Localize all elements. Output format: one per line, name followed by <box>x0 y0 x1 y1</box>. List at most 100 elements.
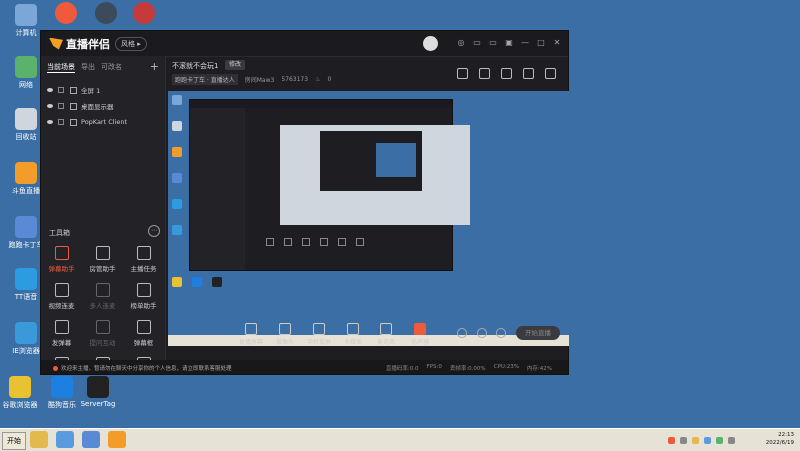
settings-icon[interactable] <box>496 328 506 338</box>
scene-item[interactable]: 桌面显示器 <box>41 98 165 114</box>
tool-item[interactable]: 提问互动 <box>82 318 123 348</box>
tray-icon[interactable] <box>692 436 699 444</box>
room-id-number: 5763173 <box>281 76 309 83</box>
speaker-button[interactable]: 扬声器 <box>401 323 439 346</box>
tt-icon[interactable] <box>86 2 126 26</box>
kart-task-icon[interactable] <box>82 431 100 448</box>
desktop-icon-chrome[interactable]: 谷歌浏览器 <box>0 376 40 410</box>
tool-item[interactable]: 多人连麦 <box>82 281 123 311</box>
mode-chip[interactable]: 风格 ▸ <box>115 37 147 51</box>
clock-date: 2022/6/19 <box>765 440 794 446</box>
tool-item[interactable]: 视频连麦 <box>41 281 82 311</box>
eye-icon[interactable] <box>47 88 53 92</box>
camera-toggle-icon[interactable] <box>457 328 467 338</box>
status-stat: 直播码率:0.0 <box>385 366 419 372</box>
live-companion-window: 直播伴侣 风格 ▸ ◎ ▭ ▭ ▣ — □ ✕ 当前场景 导出 可改名 + 全屏 1 桌面显示器 P… <box>40 30 569 375</box>
tool-item[interactable]: 主播任务 <box>123 244 164 274</box>
status-stat: 丢帧率:0.00% <box>449 366 486 372</box>
tool-item[interactable]: 弹幕框 <box>123 318 164 348</box>
browser-icon[interactable] <box>56 431 74 448</box>
box-icon[interactable] <box>501 68 512 79</box>
qq-icon[interactable] <box>46 2 86 26</box>
clock-icon[interactable] <box>477 328 487 338</box>
tool-label: 多人连麦 <box>89 302 116 310</box>
preview-desktop-icon <box>172 277 182 287</box>
clock[interactable]: 22:13 2022/6/19 <box>766 431 794 447</box>
preview-desktop-icon <box>172 225 182 235</box>
tab-scene-2[interactable]: 可改名 <box>101 62 122 73</box>
status-stat: 内存:42% <box>526 366 552 372</box>
start-live-button[interactable]: 开始直播 <box>516 326 560 340</box>
tab-scene-1[interactable]: 导出 <box>81 62 95 73</box>
minimize-button[interactable]: — <box>520 38 530 48</box>
tool-icon <box>54 283 69 297</box>
source-icon <box>70 102 77 110</box>
tool-item[interactable]: 发弹幕 <box>41 318 82 348</box>
start-button[interactable]: 开始 <box>2 432 26 450</box>
camera-icon <box>279 323 291 335</box>
qq-icon-glyph <box>55 2 77 24</box>
preview-toolbar <box>266 238 466 254</box>
lock-icon[interactable] <box>58 119 64 125</box>
skin-icon[interactable]: ▭ <box>488 38 498 48</box>
gift-icon[interactable] <box>457 68 468 79</box>
room-meta: 跑跑卡丁车 · 直播达人 房间Maw3 5763173 ♨ 0 <box>172 74 331 85</box>
tool-item[interactable]: 房管助手 <box>82 244 123 274</box>
tt-voice-icon <box>15 268 37 290</box>
tool-item[interactable]: 弹幕助手 <box>41 244 82 274</box>
bell-icon[interactable] <box>523 68 534 79</box>
game-icon[interactable] <box>124 2 164 26</box>
screen-share-button[interactable]: 直播屏幕 <box>232 323 270 346</box>
pin-icon[interactable]: ◎ <box>456 38 466 48</box>
eye-icon[interactable] <box>47 104 53 108</box>
tool-item[interactable]: 榜单助手 <box>123 281 164 311</box>
toolbox-more-button[interactable]: ⋯ <box>148 225 160 237</box>
tray-icon[interactable] <box>680 436 687 444</box>
tab-scene-0[interactable]: 当前场景 <box>47 62 75 73</box>
tray-icon[interactable] <box>704 436 711 444</box>
scene-item[interactable]: 全屏 1 <box>41 82 165 98</box>
status-stat: CPU:23% <box>493 364 519 370</box>
tool-label: 弹幕助手 <box>48 265 75 273</box>
stream-preview[interactable] <box>168 91 569 346</box>
tool-icon <box>95 320 110 334</box>
volume-icon[interactable] <box>728 436 735 444</box>
avatar[interactable] <box>423 36 438 51</box>
status-stats: 直播码率:0.0 FPS:0 丢帧率:0.00% CPU:23% 内存:42% <box>386 364 560 372</box>
folder-icon[interactable] <box>30 431 48 448</box>
eye-icon[interactable] <box>47 120 53 124</box>
lock-icon[interactable] <box>58 87 64 93</box>
scene-item-label: 桌面显示器 <box>81 103 114 111</box>
add-scene-button[interactable]: + <box>150 60 159 73</box>
lock-icon[interactable] <box>479 68 490 79</box>
window-icon[interactable]: ▣ <box>504 38 514 48</box>
message-icon[interactable]: ▭ <box>472 38 482 48</box>
heat-icon: ♨ <box>315 76 321 83</box>
tray-icon[interactable] <box>716 436 723 444</box>
phone-cast-button[interactable]: 手机投屏 <box>300 323 338 346</box>
phone-cast-icon <box>313 323 325 335</box>
tool-icon <box>54 246 69 260</box>
media-icon <box>347 323 359 335</box>
tool-icon <box>136 320 151 334</box>
preview-desktop-icon <box>212 277 222 287</box>
maximize-button[interactable]: □ <box>536 38 546 48</box>
douyu-icon <box>15 162 37 184</box>
scene-item[interactable]: PopKart Client <box>41 114 165 130</box>
microphone-button[interactable]: 麦克风 <box>367 323 405 346</box>
room-category[interactable]: 跑跑卡丁车 · 直播达人 <box>172 74 238 85</box>
recycle-bin-icon <box>15 108 37 130</box>
tray-icon[interactable] <box>668 436 675 444</box>
room-title: 不滚就不会玩1 <box>172 62 219 70</box>
edit-room-button[interactable]: 修改 <box>225 60 246 70</box>
douyu-task-icon[interactable] <box>108 431 126 448</box>
source-icon <box>70 86 77 94</box>
tool-label: 视频连麦 <box>48 302 75 310</box>
camera-button[interactable]: 摄像头 <box>266 323 304 346</box>
close-button[interactable]: ✕ <box>552 38 562 48</box>
share-icon[interactable] <box>545 68 556 79</box>
tool-label: 榜单助手 <box>130 302 157 310</box>
preview-nested-window-2 <box>280 125 470 225</box>
scene-tabs: 当前场景 导出 可改名 <box>41 56 165 73</box>
lock-icon[interactable] <box>58 103 64 109</box>
